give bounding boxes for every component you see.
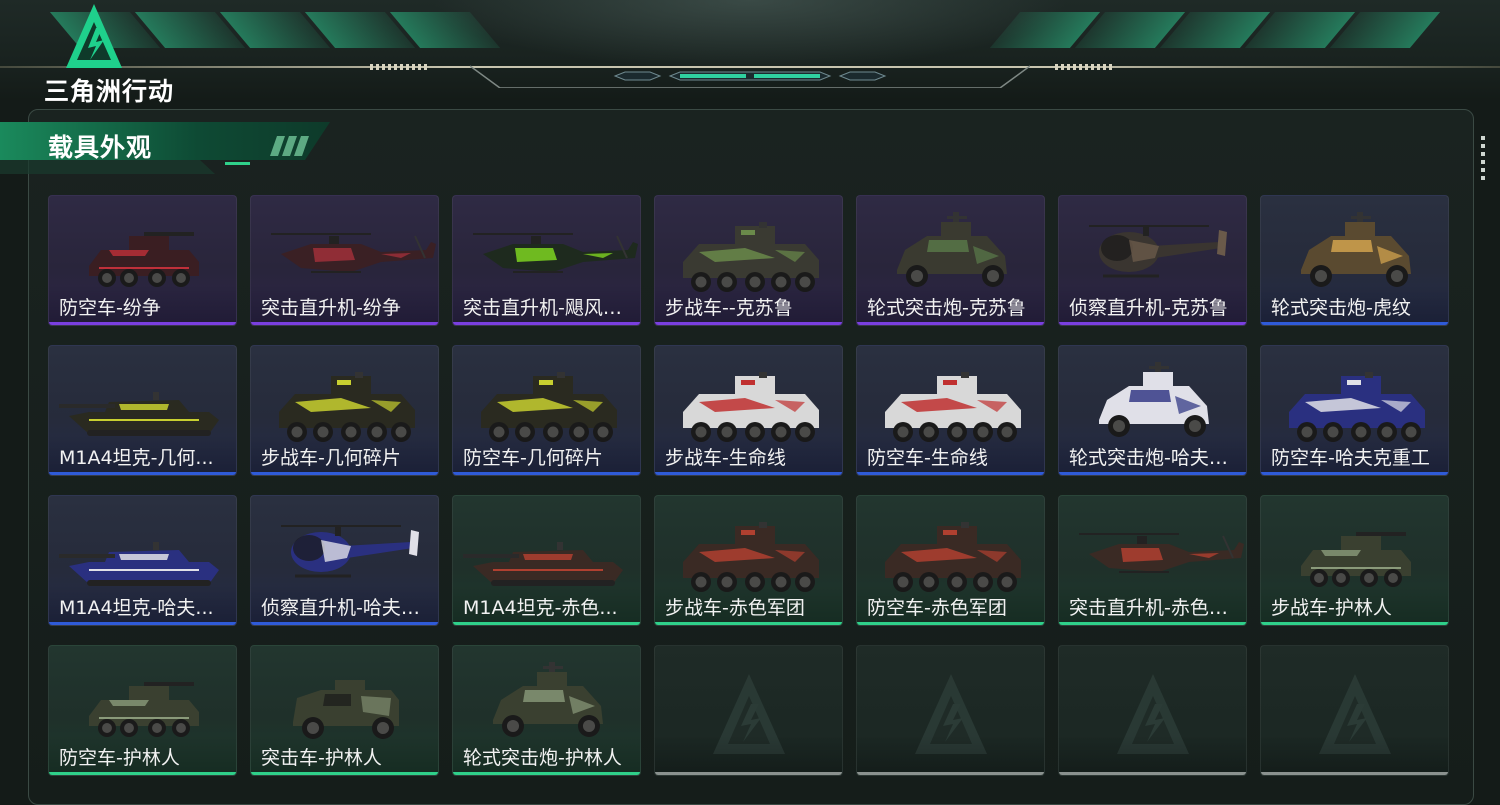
skin-card[interactable]: 防空车-赤色军团 — [856, 495, 1045, 626]
skin-name: 步战车-生命线 — [665, 447, 786, 469]
skin-card[interactable]: 步战车-生命线 — [654, 345, 843, 476]
rarity-bar — [453, 772, 640, 775]
skin-card[interactable]: 突击车-护林人 — [250, 645, 439, 776]
rarity-bar — [49, 472, 236, 475]
rarity-bar — [857, 472, 1044, 475]
rarity-bar — [655, 622, 842, 625]
skin-card[interactable]: 突击直升机-飓风行... — [452, 195, 641, 326]
rarity-bar — [251, 622, 438, 625]
rarity-bar — [1059, 772, 1246, 775]
skin-card[interactable]: 防空车-护林人 — [48, 645, 237, 776]
skin-card[interactable]: 防空车-生命线 — [856, 345, 1045, 476]
skin-card[interactable]: 侦察直升机-克苏鲁 — [1058, 195, 1247, 326]
rarity-bar — [1059, 472, 1246, 475]
skin-card[interactable]: 防空车-几何碎片 — [452, 345, 641, 476]
skin-name: 轮式突击炮-护林人 — [463, 747, 622, 769]
banner-center-notch — [470, 65, 1030, 88]
skin-name: 步战车-护林人 — [1271, 597, 1392, 619]
skin-name: 突击直升机-飓风行... — [463, 297, 637, 319]
skin-name: 侦察直升机-哈夫克... — [261, 597, 435, 619]
rarity-bar — [857, 322, 1044, 325]
skin-card[interactable]: M1A4坦克-哈夫... — [48, 495, 237, 626]
skin-name: 防空车-赤色军团 — [867, 597, 1007, 619]
skin-card[interactable]: 突击直升机-赤色军... — [1058, 495, 1247, 626]
skin-card[interactable]: 轮式突击炮-哈夫克... — [1058, 345, 1247, 476]
skin-card[interactable]: 轮式突击炮-虎纹 — [1260, 195, 1449, 326]
rarity-bar — [453, 622, 640, 625]
skin-card[interactable]: M1A4坦克-赤色... — [452, 495, 641, 626]
rarity-bar — [655, 472, 842, 475]
skin-card[interactable]: 突击直升机-纷争 — [250, 195, 439, 326]
skin-name: M1A4坦克-赤色... — [463, 597, 618, 619]
empty-skin-slot[interactable] — [856, 645, 1045, 776]
rarity-bar — [655, 322, 842, 325]
rarity-bar — [49, 622, 236, 625]
rarity-bar — [1261, 772, 1448, 775]
skin-name: 防空车-护林人 — [59, 747, 180, 769]
empty-skin-slot[interactable] — [1260, 645, 1449, 776]
skin-card[interactable]: 防空车-纷争 — [48, 195, 237, 326]
rarity-bar — [655, 772, 842, 775]
top-banner — [0, 0, 1500, 100]
skin-card[interactable]: 步战车-几何碎片 — [250, 345, 439, 476]
skin-name: 步战车--克苏鲁 — [665, 297, 793, 319]
skin-name: 防空车-几何碎片 — [463, 447, 603, 469]
skin-name: 步战车-几何碎片 — [261, 447, 401, 469]
skin-name: 突击直升机-赤色军... — [1069, 597, 1243, 619]
skin-card[interactable]: 轮式突击炮-护林人 — [452, 645, 641, 776]
skin-card[interactable]: 步战车-赤色军团 — [654, 495, 843, 626]
rarity-bar — [251, 472, 438, 475]
skin-name: 突击直升机-纷争 — [261, 297, 401, 319]
skin-name: 防空车-生命线 — [867, 447, 988, 469]
empty-skin-slot[interactable] — [654, 645, 843, 776]
skin-card[interactable]: 侦察直升机-哈夫克... — [250, 495, 439, 626]
rarity-bar — [1261, 472, 1448, 475]
skin-name: 轮式突击炮-哈夫克... — [1069, 447, 1243, 469]
skin-card[interactable]: 防空车-哈夫克重工 — [1260, 345, 1449, 476]
rarity-bar — [453, 322, 640, 325]
rarity-bar — [251, 322, 438, 325]
rarity-bar — [857, 772, 1044, 775]
skin-name: 轮式突击炮-克苏鲁 — [867, 297, 1026, 319]
rarity-bar — [1059, 622, 1246, 625]
skin-name: 步战车-赤色军团 — [665, 597, 805, 619]
skin-name: 侦察直升机-克苏鲁 — [1069, 297, 1228, 319]
panel-side-dots — [1481, 136, 1485, 181]
banner-stripes-right — [989, 12, 1441, 48]
section-title: 载具外观 — [48, 133, 153, 162]
skin-name: 轮式突击炮-虎纹 — [1271, 297, 1411, 319]
empty-skin-slot[interactable] — [1058, 645, 1247, 776]
logo-text: 三角洲行动 — [44, 77, 175, 106]
rarity-bar — [1059, 322, 1246, 325]
skin-name: 防空车-纷争 — [59, 297, 161, 319]
rarity-bar — [1261, 622, 1448, 625]
rarity-bar — [49, 322, 236, 325]
rarity-bar — [49, 772, 236, 775]
skin-card[interactable]: 轮式突击炮-克苏鲁 — [856, 195, 1045, 326]
skin-card[interactable]: 步战车--克苏鲁 — [654, 195, 843, 326]
skin-name: M1A4坦克-哈夫... — [59, 597, 214, 619]
card-shade — [655, 735, 842, 775]
skin-name: 突击车-护林人 — [261, 747, 382, 769]
skin-card[interactable]: M1A4坦克-几何... — [48, 345, 237, 476]
banner-dash-right — [1055, 64, 1115, 70]
card-shade — [1059, 735, 1246, 775]
skin-card[interactable]: 步战车-护林人 — [1260, 495, 1449, 626]
skin-name: 防空车-哈夫克重工 — [1271, 447, 1430, 469]
card-shade — [857, 735, 1044, 775]
rarity-bar — [857, 622, 1044, 625]
rarity-bar — [1261, 322, 1448, 325]
skin-name: M1A4坦克-几何... — [59, 447, 214, 469]
rarity-bar — [251, 772, 438, 775]
card-shade — [1261, 735, 1448, 775]
banner-dash-left — [370, 64, 430, 70]
rarity-bar — [453, 472, 640, 475]
